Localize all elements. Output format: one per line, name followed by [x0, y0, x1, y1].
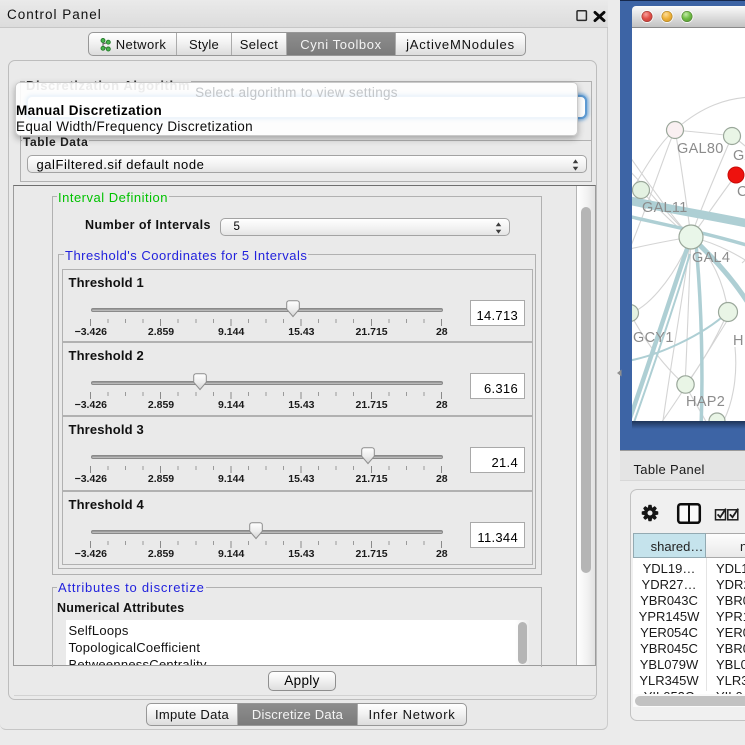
svg-text:H: H: [733, 333, 744, 349]
svg-text:GCY1: GCY1: [633, 330, 674, 346]
svg-text:HAP2: HAP2: [686, 394, 725, 410]
svg-text:GAL11: GAL11: [642, 200, 688, 216]
svg-text:GAL80: GAL80: [677, 141, 724, 157]
svg-text:C: C: [737, 184, 745, 200]
svg-text:GA: GA: [733, 148, 745, 164]
svg-text:GAL4: GAL4: [692, 250, 730, 266]
